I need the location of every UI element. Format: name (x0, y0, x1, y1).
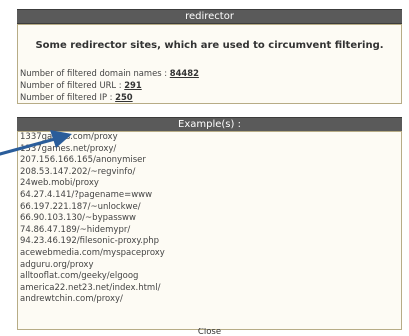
list-item: 24web.mobi/proxy (20, 178, 99, 189)
category-description: Some redirector sites, which are used to… (35, 40, 384, 51)
pointer-arrow-icon (0, 130, 72, 156)
examples-title: Example(s) : (178, 119, 241, 130)
stat-value-link[interactable]: 250 (115, 92, 132, 102)
list-item: adguru.org/proxy (20, 259, 94, 270)
list-item: 66.90.103.130/~bypassww (20, 213, 136, 224)
close-button[interactable]: Close (17, 328, 402, 336)
list-item: 64.27.4.141/?pagename=www (20, 189, 153, 200)
stat-value-link[interactable]: 84482 (170, 68, 199, 78)
stat-label: Number of filtered domain names : (20, 68, 170, 78)
list-item: acewebmedia.com/myspaceproxy (20, 247, 165, 258)
info-panel: Some redirector sites, which are used to… (17, 24, 402, 104)
stat-ips: Number of filtered IP : 250 (20, 92, 133, 102)
stat-label: Number of filtered IP : (20, 92, 116, 102)
list-item: 66.197.221.187/~unlockwe/ (20, 201, 141, 212)
stat-domain-names: Number of filtered domain names : 84482 (20, 68, 199, 78)
dialog-title: redirector (185, 11, 234, 22)
dialog-title-bar: redirector (17, 9, 402, 24)
stat-value-link[interactable]: 291 (124, 80, 141, 90)
list-item: alltooflat.com/geeky/elgoog (20, 271, 139, 282)
stat-label: Number of filtered URL : (20, 80, 125, 90)
list-item: 208.53.147.202/~regvinfo/ (20, 166, 136, 177)
list-item: america22.net23.net/index.html/ (20, 282, 161, 293)
list-item: 74.86.47.189/~hidemypr/ (20, 224, 131, 235)
list-item: andrewtchin.com/proxy/ (20, 294, 123, 305)
list-item: 94.23.46.192/filesonic-proxy.php (20, 236, 160, 247)
examples-panel: 1337games.com/proxy 1337games.net/proxy/… (17, 131, 402, 330)
stat-urls: Number of filtered URL : 291 (20, 80, 142, 90)
